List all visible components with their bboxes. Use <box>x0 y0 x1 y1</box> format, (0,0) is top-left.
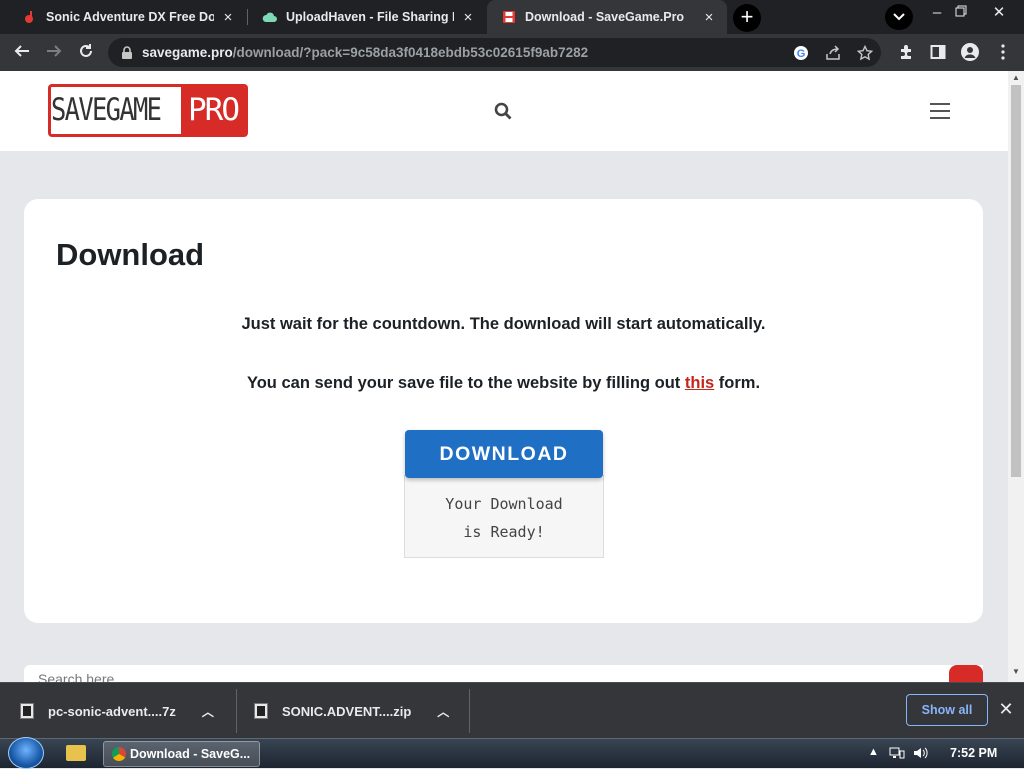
tab-search-button[interactable] <box>885 4 913 30</box>
chevron-up-icon[interactable]: ︿ <box>202 703 214 720</box>
forward-button[interactable] <box>41 40 67 66</box>
site-header: SAVEGAME PRO <box>0 71 1008 151</box>
side-panel-icon[interactable] <box>928 42 948 62</box>
hamburger-menu-icon[interactable] <box>930 103 950 119</box>
svg-text:G: G <box>797 48 806 60</box>
scroll-up-arrow-icon[interactable]: ▲ <box>1008 73 1024 85</box>
back-button[interactable] <box>9 40 35 66</box>
start-button[interactable] <box>8 737 44 769</box>
page-title: Download <box>56 237 205 272</box>
download-shelf: pc-sonic-advent....7z ︿ SONIC.ADVENT....… <box>0 682 1024 738</box>
profile-avatar-icon[interactable] <box>960 42 980 62</box>
floppy-disk-icon <box>501 9 517 25</box>
page-viewport: SAVEGAME PRO Download Just wait for the … <box>0 71 1008 682</box>
volume-icon[interactable] <box>913 746 929 763</box>
restore-button[interactable] <box>946 4 976 24</box>
logo-text-pro: PRO <box>181 87 245 134</box>
chevron-down-icon <box>893 13 905 21</box>
arrow-left-icon <box>14 45 29 57</box>
file-explorer-icon[interactable] <box>66 745 86 761</box>
url-path: /download/?pack=9c58da3f0418ebdb53c02615… <box>232 45 589 60</box>
close-tab-icon[interactable]: × <box>460 9 476 26</box>
download-item[interactable]: SONIC.ADVENT....zip ︿ <box>254 683 449 739</box>
download-divider <box>236 689 237 733</box>
download-button[interactable]: DOWNLOAD <box>405 430 603 478</box>
red-game-icon <box>22 9 38 25</box>
download-item[interactable]: pc-sonic-advent....7z ︿ <box>20 683 214 739</box>
tab-uploadhaven[interactable]: UploadHaven - File Sharing M × <box>248 0 486 34</box>
form-link[interactable]: this <box>685 374 714 392</box>
close-shelf-icon[interactable]: ✕ <box>996 699 1016 719</box>
tab-strip: Sonic Adventure DX Free Dow × UploadHave… <box>0 0 1024 34</box>
search-submit-button[interactable] <box>949 665 983 682</box>
arrow-right-icon <box>47 45 62 57</box>
cloud-icon <box>262 9 278 25</box>
chrome-icon <box>112 747 126 761</box>
url-host: savegame.pro <box>142 45 233 60</box>
header-search-icon[interactable] <box>494 102 514 122</box>
chevron-up-icon[interactable]: ︿ <box>437 703 449 720</box>
send-save-message: You can send your save file to the websi… <box>246 374 761 392</box>
logo-text-savegame: SAVEGAME <box>51 87 162 134</box>
reload-button[interactable] <box>73 40 99 66</box>
address-bar[interactable]: savegame.pro/download/?pack=9c58da3f0418… <box>108 38 881 67</box>
extensions-icon[interactable] <box>896 42 916 62</box>
browser-toolbar: savegame.pro/download/?pack=9c58da3f0418… <box>0 34 1024 71</box>
close-tab-icon[interactable]: × <box>220 9 236 26</box>
tray-expand-icon[interactable]: ▲ <box>868 746 879 758</box>
show-all-button[interactable]: Show all <box>906 694 988 726</box>
windows-taskbar: Download - SaveG... ▲ 7:52 PM <box>0 737 1024 769</box>
menu-kebab-icon[interactable] <box>993 42 1013 62</box>
page-scrollbar[interactable]: ▲ ▼ <box>1008 71 1024 682</box>
search-placeholder: Search here... <box>38 671 126 682</box>
share-icon[interactable] <box>824 44 842 62</box>
taskbar-chrome-window[interactable]: Download - SaveG... <box>103 741 260 767</box>
restore-icon <box>955 5 967 17</box>
scroll-down-arrow-icon[interactable]: ▼ <box>1008 667 1024 679</box>
countdown-message: Just wait for the countdown. The downloa… <box>241 315 766 333</box>
sidebar-search-field[interactable]: Search here... <box>24 665 983 682</box>
close-window-button[interactable]: ✕ <box>984 4 1014 24</box>
download-ready-box: Your Download is Ready! <box>404 475 604 558</box>
tab-savegame-download[interactable]: Download - SaveGame.Pro × <box>487 0 727 34</box>
scrollbar-thumb[interactable] <box>1011 85 1021 477</box>
download-card: Download Just wait for the countdown. Th… <box>24 199 983 623</box>
archive-file-icon <box>254 703 268 719</box>
tab-sonic-adventure[interactable]: Sonic Adventure DX Free Dow × <box>8 0 246 34</box>
close-tab-icon[interactable]: × <box>701 9 717 26</box>
google-icon[interactable]: G <box>792 44 810 62</box>
bookmark-star-icon[interactable] <box>856 44 874 62</box>
site-logo[interactable]: SAVEGAME PRO <box>48 84 248 137</box>
network-icon[interactable] <box>889 746 905 763</box>
taskbar-clock[interactable]: 7:52 PM <box>950 746 997 760</box>
new-tab-button[interactable]: + <box>733 4 761 32</box>
download-divider <box>469 689 470 733</box>
lock-icon <box>122 45 132 59</box>
archive-file-icon <box>20 703 34 719</box>
reload-icon <box>80 44 92 57</box>
